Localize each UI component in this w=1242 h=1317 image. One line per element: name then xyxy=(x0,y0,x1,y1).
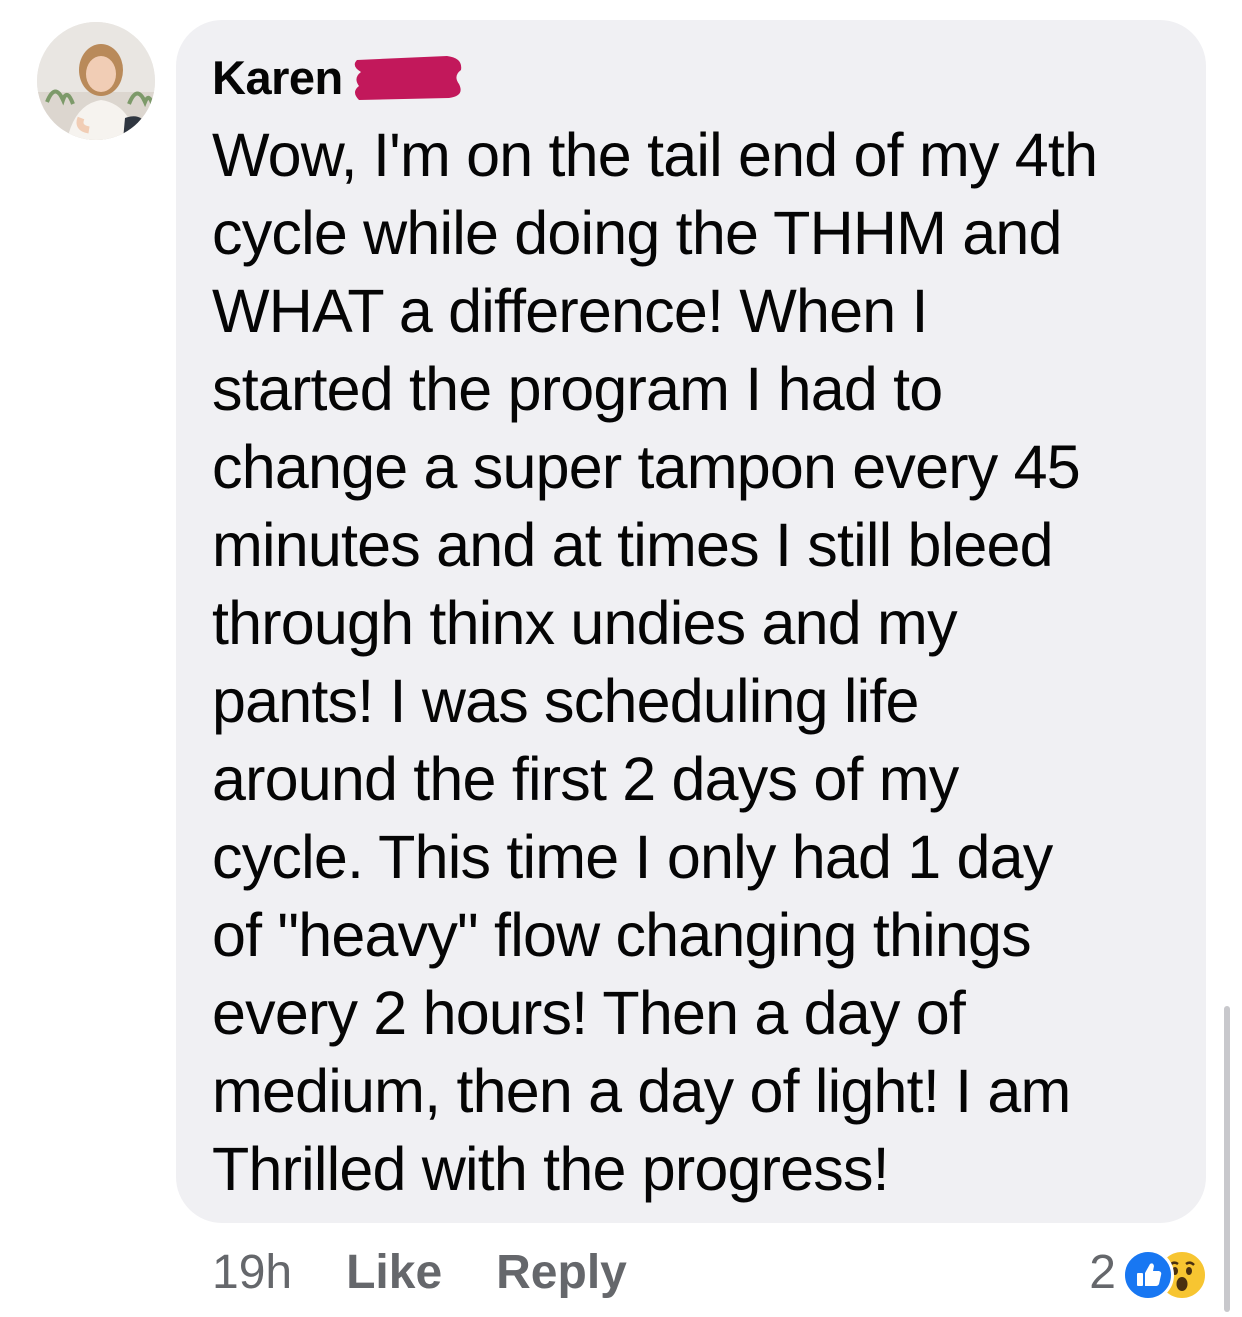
comment-timestamp[interactable]: 19h xyxy=(212,1245,292,1300)
author-avatar[interactable] xyxy=(37,22,155,140)
comment-text: Wow, I'm on the tail end of my 4th cycle… xyxy=(212,121,1098,1203)
reaction-icons xyxy=(1122,1247,1208,1301)
like-icon xyxy=(1122,1249,1174,1301)
like-button[interactable]: Like xyxy=(346,1245,442,1300)
reactions-summary[interactable]: 2 xyxy=(1089,1240,1208,1304)
author-name[interactable]: Karen xyxy=(212,50,343,106)
scrollbar[interactable] xyxy=(1224,1006,1230,1312)
reaction-count: 2 xyxy=(1089,1245,1116,1299)
avatar-photo xyxy=(37,22,155,140)
reply-button[interactable]: Reply xyxy=(496,1245,627,1300)
comment-header: Karen xyxy=(212,50,467,106)
comment-actions: 19h Like Reply xyxy=(212,1240,681,1304)
redaction-mark xyxy=(349,52,467,109)
